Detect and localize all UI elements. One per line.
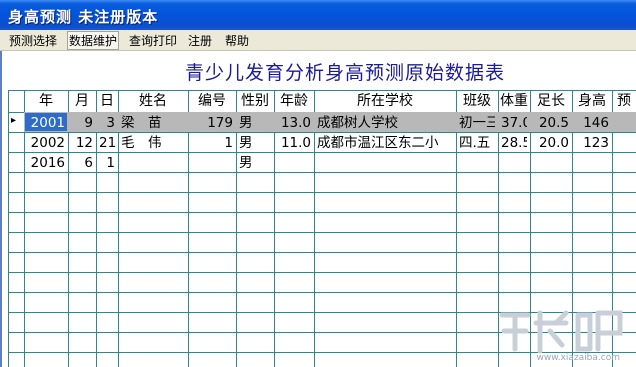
menu-bar: 预测选择 数据维护 查询打印 注册 帮助 <box>0 30 636 51</box>
column-header[interactable]: 体重 <box>499 91 529 111</box>
table-cell[interactable]: 1 <box>99 153 115 173</box>
table-cell[interactable]: 179 <box>191 113 233 133</box>
table-cell[interactable]: 3 <box>99 113 115 133</box>
column-header[interactable]: 性别 <box>237 91 273 111</box>
menu-predict-select[interactable]: 预测选择 <box>9 32 57 49</box>
column-header[interactable]: 预 <box>613 91 635 111</box>
column-header[interactable]: 日 <box>97 91 117 111</box>
table-cell[interactable]: 21 <box>99 133 115 153</box>
table-cell[interactable]: 梁 苗 <box>121 113 185 133</box>
table-cell[interactable]: 四.五 <box>459 133 495 153</box>
table-cell[interactable]: 20.0 <box>533 133 569 153</box>
table-cell[interactable]: 11.0 <box>277 133 311 153</box>
menu-help[interactable]: 帮助 <box>225 32 249 49</box>
column-header[interactable]: 姓名 <box>119 91 187 111</box>
table-cell[interactable]: 9 <box>71 113 93 133</box>
watermark-logo: www.xiazaiba.com <box>492 301 632 363</box>
table-cell[interactable]: 毛 伟 <box>121 133 185 153</box>
table-cell[interactable]: 2001 <box>27 113 65 133</box>
column-header[interactable]: 年 <box>25 91 67 111</box>
table-cell[interactable]: 男 <box>239 153 271 173</box>
column-header[interactable]: 身高 <box>573 91 611 111</box>
table-cell[interactable]: 男 <box>239 113 271 133</box>
column-header[interactable]: 足长 <box>531 91 571 111</box>
table-cell[interactable]: 146 <box>575 113 609 133</box>
table-cell[interactable]: 成都市温江区东二小 <box>317 133 453 153</box>
table-cell[interactable]: 28.5 <box>501 133 527 153</box>
table-cell[interactable]: 初一三 <box>459 113 495 133</box>
window-title: 身高预测 未注册版本 <box>8 8 159 26</box>
column-header[interactable]: 编号 <box>189 91 235 111</box>
menu-data-maintenance[interactable]: 数据维护 <box>67 31 120 50</box>
watermark-text: www.xiazaiba.com <box>536 353 620 363</box>
report-title: 青少儿发育分析身高预测原始数据表 <box>184 62 505 84</box>
column-header[interactable]: 班级 <box>457 91 497 111</box>
column-header[interactable]: 所在学校 <box>315 91 455 111</box>
table-cell[interactable]: 2016 <box>27 153 65 173</box>
table-cell[interactable]: 13.0 <box>277 113 311 133</box>
table-cell[interactable]: 男 <box>239 133 271 153</box>
table-cell[interactable]: 2002 <box>27 133 65 153</box>
table-cell[interactable]: 成都树人学校 <box>317 113 453 133</box>
table-cell[interactable]: 123 <box>575 133 609 153</box>
row-indicator-icon: ▸ <box>11 115 17 126</box>
column-header[interactable]: 月 <box>69 91 95 111</box>
table-cell[interactable]: 1 <box>191 133 233 153</box>
table-cell[interactable]: 20.5 <box>533 113 569 133</box>
table-cell[interactable]: 6 <box>71 153 93 173</box>
menu-query-print[interactable]: 查询打印 <box>129 32 177 49</box>
title-bar[interactable]: 身高预测 未注册版本 <box>0 0 636 30</box>
table-cell[interactable]: 12 <box>71 133 93 153</box>
menu-register[interactable]: 注册 <box>188 32 212 49</box>
table-cell[interactable]: 37.0 <box>501 113 527 133</box>
column-header[interactable]: 年龄 <box>275 91 313 111</box>
